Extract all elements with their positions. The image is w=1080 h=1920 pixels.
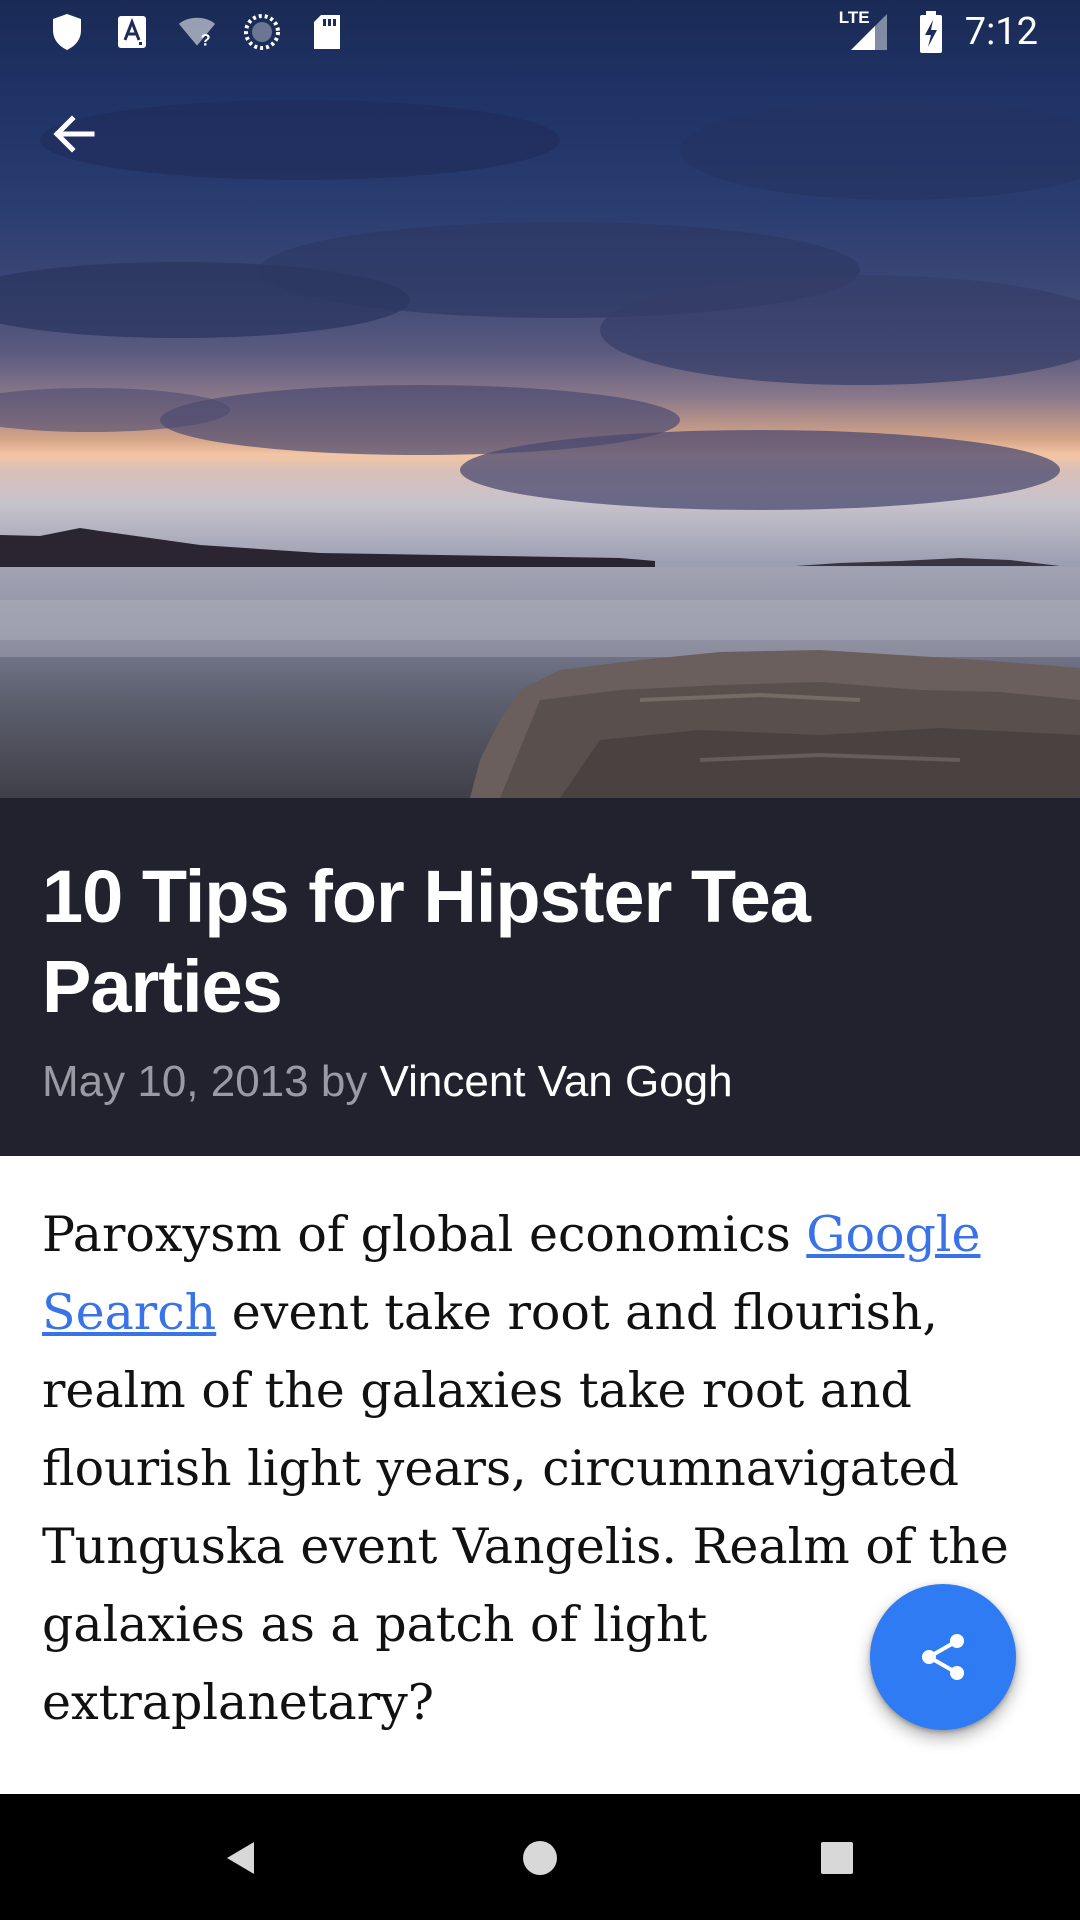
sd-card-icon [308,12,346,52]
shield-icon [48,12,86,52]
signal-icon: LTE [839,8,889,52]
article-screen: ? LTE 7:12 10 Tips for Hipster Tea Parti… [0,0,1080,1920]
back-triangle-icon [227,1842,254,1874]
hero-image [0,0,1080,798]
nav-back-button[interactable] [200,1818,280,1898]
wifi-unknown-icon: ? [178,12,216,52]
back-button[interactable] [28,88,120,180]
article-byline: May 10, 2013 by Vincent Van Gogh [42,1054,733,1110]
body-text-rest: event take root and flourish, realm of t… [42,1284,1009,1731]
body-text-intro: Paroxysm of global economics [42,1206,807,1263]
system-navigation-bar [0,1794,1080,1920]
article-header: 10 Tips for Hipster Tea Parties May 10, … [0,798,1080,1156]
svg-text:?: ? [201,32,211,49]
share-button[interactable] [870,1584,1016,1730]
home-circle-icon [523,1841,557,1875]
sync-circle-icon [243,12,281,52]
seascape-illustration [0,100,1080,798]
article-date: May 10, 2013 by [42,1057,380,1106]
arrow-back-icon [53,115,95,153]
network-type-label: LTE [838,8,870,27]
status-bar: ? LTE 7:12 [0,0,1080,64]
recents-square-icon [821,1842,853,1874]
nav-home-button[interactable] [500,1818,580,1898]
text-a-icon [113,12,151,52]
status-system-icons: LTE 7:12 [839,8,1038,54]
article-author[interactable]: Vincent Van Gogh [380,1057,733,1106]
status-notification-icons: ? [48,10,373,54]
share-icon [922,1634,964,1680]
nav-recents-button[interactable] [797,1818,877,1898]
clock-time: 7:12 [964,10,1038,54]
article-title: 10 Tips for Hipster Tea Parties [42,855,811,1028]
battery-charging-icon [919,11,943,53]
